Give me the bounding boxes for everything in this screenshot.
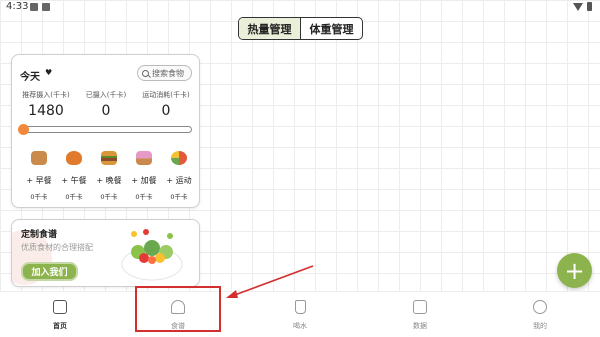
tab-label: 首页 [53,322,67,330]
tab-label: 我的 [533,322,547,330]
recommended-intake-stat: 推荐摄入(千卡) 1480 [16,90,76,119]
recipe-title: 定制食谱 [21,230,58,240]
add-record-button[interactable]: + [557,253,592,288]
data-chart-icon [413,300,427,314]
status-indicators [573,2,592,11]
calorie-progress-bar [18,124,192,135]
tab-water[interactable]: 喝水 [275,300,325,331]
wifi-icon [573,2,583,11]
status-time: 4:33 [6,1,29,12]
meal-kcal: 0千卡 [30,193,48,201]
mode-segmented-control: 热量管理 体重管理 [238,17,363,40]
meal-label: + 午餐 [61,176,87,185]
consumed-intake-stat: 已摄入(千卡) 0 [76,90,136,119]
stat-value: 0 [161,103,171,119]
search-icon [142,69,149,77]
meal-kcal: 0千卡 [65,193,83,201]
profile-icon [533,300,547,314]
meal-kcal: 0千卡 [135,193,153,201]
home-icon [53,300,67,314]
bottom-tab-bar: 首页 食谱 喝水 数据 我的 [0,291,600,337]
chicken-icon [66,151,82,165]
stat-label: 推荐摄入(千卡) [22,91,70,99]
stat-value: 1480 [28,103,64,119]
status-bar: 4:33 [0,0,600,16]
stat-label: 运动消耗(千卡) [142,91,190,99]
meal-label: + 加餐 [131,176,157,185]
cupcake-icon [136,151,152,165]
meal-dinner[interactable]: + 晚餐 0千卡 [92,151,126,201]
chevron-down-icon[interactable]: ♥ [45,68,52,77]
water-cup-icon [294,300,306,314]
meal-exercise[interactable]: + 运动 0千卡 [162,151,196,201]
tab-label: 数据 [413,322,427,330]
search-food-input[interactable]: 搜索食物 [137,65,192,81]
meal-lunch[interactable]: + 午餐 0千卡 [57,151,91,201]
tab-profile[interactable]: 我的 [515,300,565,331]
meal-kcal: 0千卡 [100,193,118,201]
date-selector-label[interactable]: 今天 [20,68,40,83]
app-notification-icon [42,3,50,11]
meal-label: + 早餐 [26,176,52,185]
join-us-button[interactable]: 加入我们 [21,262,78,281]
today-summary-card: 今天 ♥ 搜索食物 推荐摄入(千卡) 1480 已摄入(千卡) 0 运动消耗(千… [11,54,200,208]
exercise-burn-stat: 运动消耗(千卡) 0 [136,90,196,119]
meal-snack[interactable]: + 加餐 0千卡 [127,151,161,201]
search-placeholder: 搜索食物 [152,68,184,78]
meal-kcal: 0千卡 [170,193,188,201]
bread-icon [31,151,47,165]
tab-weight-management[interactable]: 体重管理 [301,18,362,39]
tab-label: 喝水 [293,322,307,330]
burger-icon [101,151,117,165]
meal-label: + 运动 [166,176,192,185]
meal-label: + 晚餐 [96,176,122,185]
annotation-highlight-box [135,286,221,332]
exercise-ball-icon [171,151,187,165]
battery-icon [587,2,592,11]
recipe-subtitle: 优质食材的合理搭配 [21,243,93,252]
tab-home[interactable]: 首页 [35,300,85,331]
meal-breakfast[interactable]: + 早餐 0千卡 [22,151,56,201]
custom-recipe-banner[interactable]: 定制食谱 优质食材的合理搭配 加入我们 [11,219,200,287]
stat-label: 已摄入(千卡) [85,91,127,99]
tab-calorie-management[interactable]: 热量管理 [239,18,301,39]
stat-value: 0 [101,103,111,119]
tab-data[interactable]: 数据 [395,300,445,331]
progress-indicator-icon [18,124,29,135]
salad-bowl-icon [121,229,183,281]
image-notification-icon [30,3,38,11]
